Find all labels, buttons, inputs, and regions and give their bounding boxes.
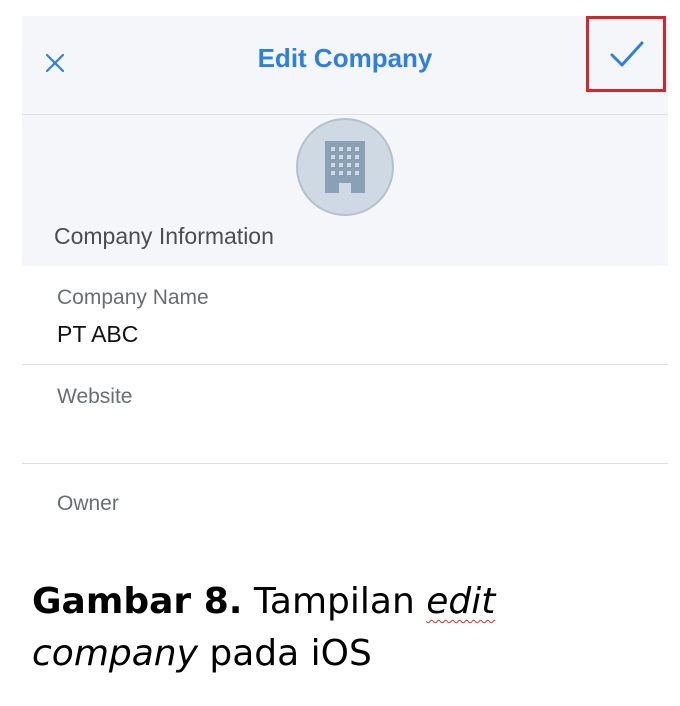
app-screen: Edit Company Company Information Company… <box>22 16 668 540</box>
company-name-label: Company Name <box>57 286 209 309</box>
caption-italic-edit: edit <box>426 581 496 622</box>
company-avatar[interactable] <box>296 118 394 216</box>
building-icon <box>325 141 365 193</box>
caption-italic-company: company <box>32 633 198 674</box>
caption-figure-number: Gambar 8. <box>32 581 243 622</box>
caption-text: Tampilan <box>253 581 415 622</box>
save-button[interactable] <box>588 16 666 92</box>
company-header: Company Information <box>22 115 668 266</box>
website-field[interactable]: Website <box>22 365 668 464</box>
checkmark-icon <box>610 41 644 67</box>
company-name-field[interactable]: Company Name PT ABC <box>22 266 668 365</box>
owner-label: Owner <box>57 492 119 515</box>
navigation-bar: Edit Company <box>22 16 668 115</box>
company-name-value[interactable]: PT ABC <box>57 321 138 348</box>
figure-caption: Gambar 8. Tampilan edit company pada iOS <box>32 576 652 680</box>
owner-field[interactable]: Owner <box>22 464 668 540</box>
website-label: Website <box>57 385 133 408</box>
section-title: Company Information <box>54 223 274 249</box>
caption-text-end: pada iOS <box>209 633 372 674</box>
page-title: Edit Company <box>257 43 433 73</box>
